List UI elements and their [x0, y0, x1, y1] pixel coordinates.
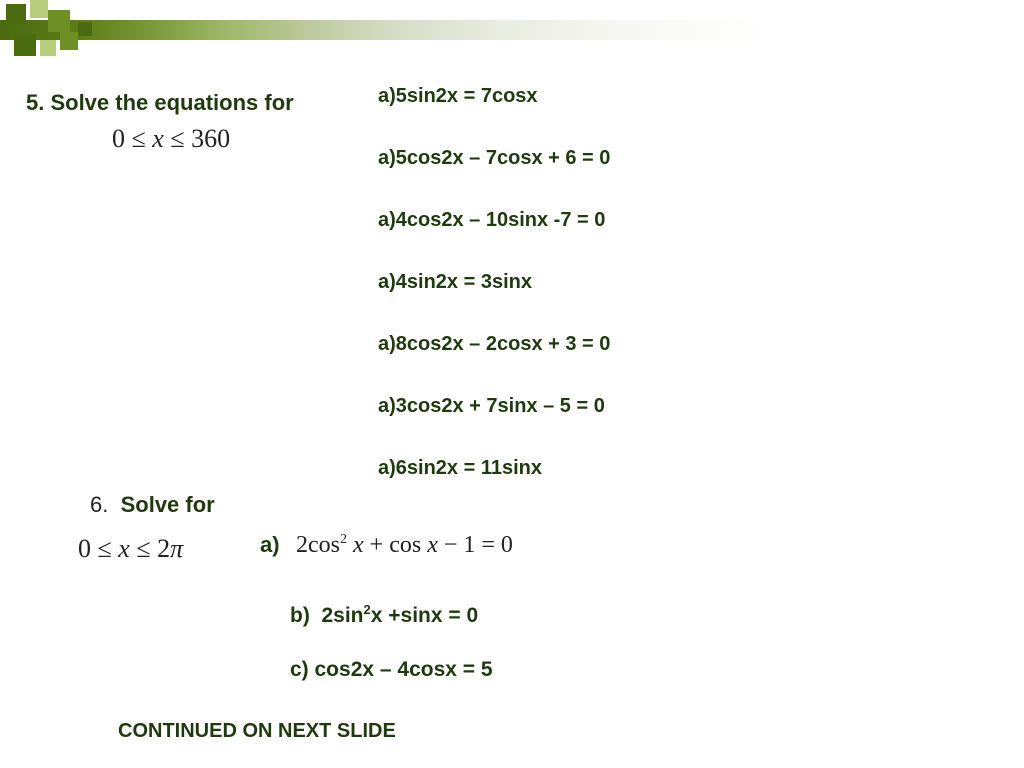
pixel-square: [60, 32, 78, 50]
equation-item: a)6sin2x = 11sinx: [378, 458, 610, 478]
question-6a-equation: 2cos2 x + cos x − 1 = 0: [296, 532, 513, 559]
equation-item: a)4cos2x – 10sinx -7 = 0: [378, 210, 610, 230]
question-6-title: 6. Solve for: [90, 492, 215, 518]
question-6c: c) cos2x – 4cosx = 5: [290, 658, 493, 682]
pixel-square: [30, 0, 48, 18]
gradient-strip: [0, 20, 1024, 40]
question-6a-label: a): [260, 532, 280, 558]
question-6b: b) 2sin2x +sinx = 0: [290, 602, 478, 628]
pixel-square: [48, 10, 70, 32]
equation-item: a)4sin2x = 3sinx: [378, 272, 610, 292]
equation-item: a)8cos2x – 2cosx + 3 = 0: [378, 334, 610, 354]
question-6-range: 0 ≤ x ≤ 2π: [78, 534, 183, 564]
decoration-bar: [0, 0, 1024, 62]
pixel-square: [14, 34, 36, 56]
equation-item: a)5cos2x – 7cosx + 6 = 0: [378, 148, 610, 168]
question-6-text: Solve for: [121, 492, 215, 517]
slide-root: 5. Solve the equations for 0 ≤ x ≤ 360 a…: [0, 0, 1024, 768]
question-5-range: 0 ≤ x ≤ 360: [112, 124, 230, 154]
pixel-square: [40, 40, 56, 56]
pixel-square: [78, 22, 92, 36]
pixel-square: [6, 4, 26, 24]
slide-content: 5. Solve the equations for 0 ≤ x ≤ 360 a…: [0, 80, 1024, 768]
continued-note: CONTINUED ON NEXT SLIDE: [118, 720, 396, 743]
question-6-number: 6.: [90, 492, 108, 517]
question-5-title: 5. Solve the equations for: [26, 90, 294, 116]
equation-item: a)3cos2x + 7sinx – 5 = 0: [378, 396, 610, 416]
equation-item: a)5sin2x = 7cosx: [378, 86, 610, 106]
question-5-equations: a)5sin2x = 7cosx a)5cos2x – 7cosx + 6 = …: [378, 86, 610, 520]
